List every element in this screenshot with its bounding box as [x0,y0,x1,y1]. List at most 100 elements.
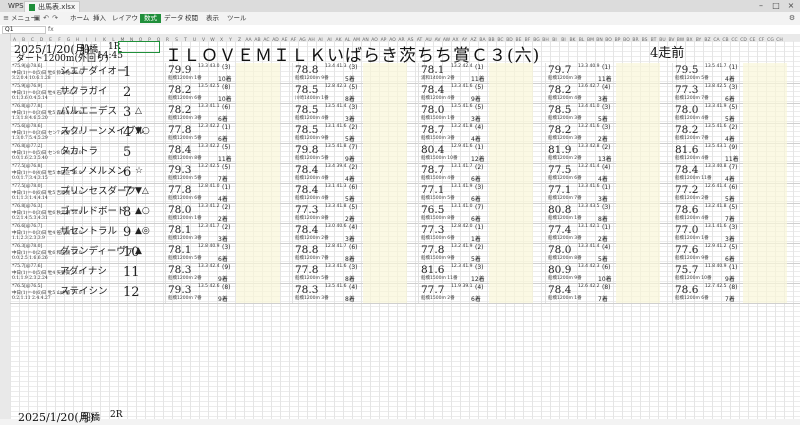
redo-icon[interactable]: ↷ [51,14,59,22]
past-rank: (4) [602,84,611,91]
undo-icon[interactable]: ↶ [42,14,50,22]
ribbon-tab-review[interactable]: 校閲 [185,14,198,23]
past-course: 船橋1200m 3番 [168,236,202,241]
past-finish: 11着 [218,156,232,163]
function-icon[interactable]: fx [48,26,54,33]
past-course: 船橋1200m 5番 [168,176,202,181]
past-race-cell: 77.8 13.3 41.6 (3) 船橋1200m 5番 8着 [292,263,411,283]
name-box[interactable]: Q1 [2,26,46,34]
past-race-cell: 78.7 13.1 41.7 (2) 船橋1500m 4番 6着 [418,163,537,183]
save-icon[interactable]: ▣ [33,14,41,22]
past-split: 12.8 41.0 [198,184,220,189]
close-icon[interactable]: × [784,1,798,11]
settings-icon[interactable]: ⚙ [788,14,796,22]
past-finish: 8着 [345,96,355,103]
past-course: 船橋1200m 2番 [548,156,582,161]
horse-row[interactable]: *75.9[@76.9] 中日(1)=-0(3)日 牡4 石川 56.0 0.1.3… [10,83,800,104]
ribbon-tab-formulas[interactable]: 数式 [140,14,161,23]
past-race-cell: 78.0 13.3 41.2 (2) 船橋1200m 1番 2着 [165,203,284,223]
past-race-cell: 78.8 12.8 41.7 (6) 船橋1200m 7番 8着 [292,243,411,263]
past-course: 船橋1200m 3番 [548,116,582,121]
past-finish: 9着 [471,96,481,103]
past-split: 13.3 41.6 [451,84,473,89]
past-race-cell: 78.2 13.3 41.1 (6) 船橋1200m 3番 6着 [165,103,284,123]
horse-row[interactable]: *76.6[@76.7] 中日(1)=-0(3)日 牡4 笹川翼 56.0 1.1.… [10,223,800,244]
past-rank: (4) [602,244,611,251]
ribbon-tab-home[interactable]: ホーム [70,14,89,23]
past-race-cell: 75.7 11.8 40.9 (1) 船橋1200m 10番 9着 [672,263,791,283]
past-split: 13.4 42.3 [578,264,600,269]
past-split: 12.6 41.4 [705,184,727,189]
past-rank: (8) [222,84,231,91]
horse-row[interactable]: *76.5[@76.5] 中日(1)=-0(6)日 牝5 山中悠 54.0 0.2.… [10,283,800,304]
past-race-cell: 78.4 13.3 42.2 (5) 船橋1200m 8番 11着 [165,143,284,163]
past-finish: 6着 [471,296,481,303]
ribbon-tab-view[interactable]: 表示 [206,14,219,23]
past-finish: 2着 [218,216,228,223]
horse-record: 3.2.0.4 10.6.1.28 [12,76,51,81]
past-split: 11.9 39.1 [451,284,473,289]
past-course: 船橋1200m 1番 [168,216,202,221]
past-rank: (3) [475,184,484,191]
past-race-cell: 78.1 12.8 40.9 (3) 船橋1200m 5番 6着 [165,243,284,263]
past-race-cell: 79.9 13.3 43.0 (3) 船橋1200m 1番 10着 [165,63,284,83]
tab-file[interactable]: 出馬表.xlsx [24,1,81,12]
ribbon: ≡ メニュー ▣ ↶ ↷ ホーム 挿入 レイアウト 数式 データ 校閲 表示 ツ… [0,12,800,26]
menu-icon[interactable]: ≡ [2,14,10,22]
past-rank: (5) [349,204,358,211]
past-race-cell: 78.1 13.2 42.4 (1) 浦和1400m 2番 11着 [418,63,537,83]
past-split: 13.2 41.4 [578,164,600,169]
past-finish: 9着 [725,276,735,283]
past-rank: (3) [349,104,358,111]
past-course: 船橋1200m 7番 [548,196,582,201]
ribbon-tab-tools[interactable]: ツール [227,14,247,23]
past-split: 13.5 42.5 [198,84,220,89]
past-split: 12.9 41.6 [451,144,473,149]
horse-number: 4 [123,125,132,140]
past-race-cell: 78.7 13.2 41.8 (4) 船橋1500m 3番 4着 [418,123,537,143]
past-finish: 7着 [598,296,608,303]
past-course: 船橋1200m 7番 [675,136,709,141]
horse-record: 0.0.1.6 2.3.5.40 [12,156,48,161]
minimize-icon[interactable]: – [754,1,768,11]
past-course: 船橋1500m 8番 [421,216,455,221]
past-rank: (3) [475,264,484,271]
past-split: 12.6 42.2 [578,284,600,289]
horse-row[interactable]: *76.3[@78.0] 中日(1)=-0(2)日 牝6 和田譲 54.0 0.0.… [10,243,800,264]
ribbon-tab-data[interactable]: データ [164,14,184,23]
past-race-cell: 78.4 13.3 40.8 (7) 船橋1200m 11番 4着 [672,163,791,183]
horse-row[interactable]: *76.8[@76.3] 中日(1)=-0(3)日 牡6 秋元耕 56.0 0.2.… [10,203,800,224]
past-course: 船橋1200m 9番 [295,136,329,141]
past-race-cell: 77.8 13.2 41.9 (2) 船橋1500m 9番 5着 [418,243,537,263]
horse-row[interactable]: *76.8[@77.8] 中日(1)=-0(3)日 牝5 森泰斗 54.0 1.3.… [10,103,800,124]
past-finish: 7着 [725,296,735,303]
horse-row[interactable]: *75.9[@78.6] 中日(1)=-0(5)日 牡6 鈴木祐 56.0 3.2.… [10,63,800,84]
past-rank: (1) [475,224,484,231]
ribbon-tab-insert[interactable]: 挿入 [93,14,106,23]
past-course: 船橋1200m 5番 [675,76,709,81]
horse-rating: *75.7[@77.6] [12,264,43,269]
past-split: 12.3 41.7 [198,224,220,229]
past-course: 船橋1200m 1番 [548,216,582,221]
horse-row[interactable]: *76.8[@77.2] 中日(1)=-0(5)日 セン8 山崎 55.0 0.0.… [10,143,800,164]
horse-rating: *75.9[@76.9] [12,84,43,89]
past-split: 12.8 41.7 [325,244,347,249]
past-race-cell: 78.3 13.5 41.6 (4) 船橋1200m 3番 8着 [292,283,411,303]
horse-row[interactable]: *75.6[@78.6] 中日(1)=-0(3)日 セン7 矢野 56.0 1.3.… [10,123,800,144]
horse-row[interactable]: *77.5[@78.0] 中日(1)=-0(6)日 牝5 吉原寛 54.0 0.1.… [10,183,800,204]
past-rank: (6) [222,104,231,111]
past-race-cell: 78.2 13.5 42.5 (8) 船橋1200m 6番 10着 [165,83,284,103]
past-split: 13.5 41.4 [325,104,347,109]
past-finish: 4着 [725,76,735,83]
maximize-icon[interactable]: □ [769,1,783,11]
past-finish: 4着 [725,176,735,183]
horse-row[interactable]: *75.7[@77.6] 中日(1)=-0(5)日 牡4 矢野貴 56.0 0.1.… [10,263,800,284]
past-split: 13.4 41.0 [578,104,600,109]
horse-number: 7 [123,185,132,200]
past-course: 船橋1500m 3番 [421,136,455,141]
horse-row[interactable]: *77.5[@76.8] 中日(1)=-0(4)日 牡5 本田正 56.0 0.0.… [10,163,800,184]
horse-rating: *76.3[@78.0] [12,244,43,249]
horse-rating: *77.5[@76.8] [12,164,43,169]
past-course: 船橋1200m 9番 [295,76,329,81]
past-race-cell: 78.8 13.4 41.3 (3) 船橋1200m 9番 5着 [292,63,411,83]
